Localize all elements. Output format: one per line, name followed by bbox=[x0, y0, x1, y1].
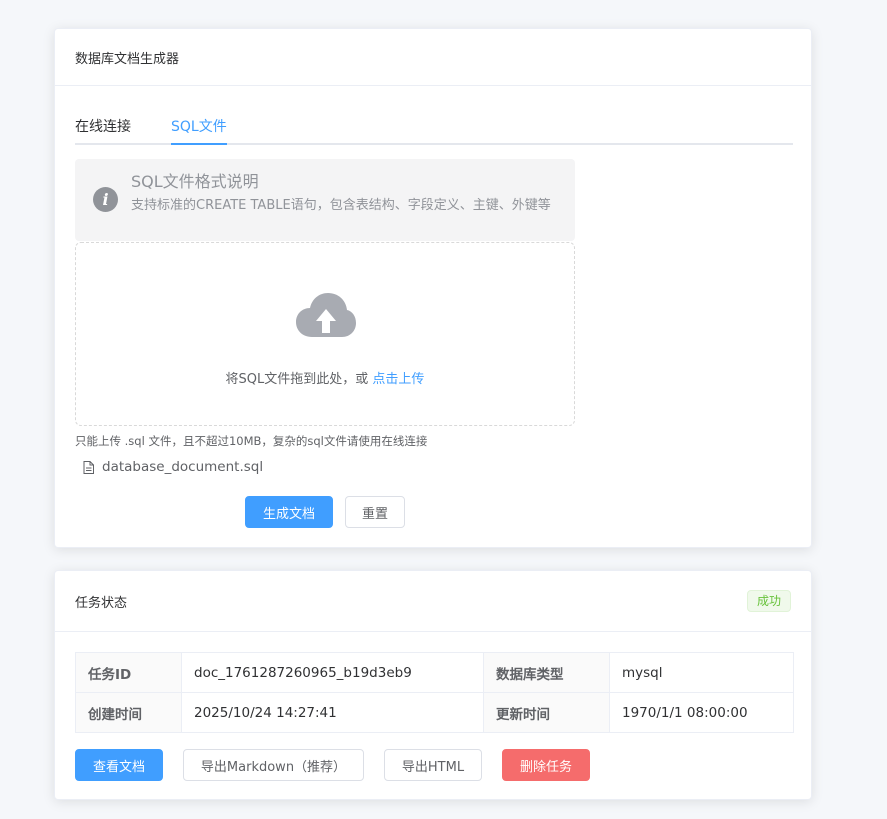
sql-format-alert: i SQL文件格式说明 支持标准的CREATE TABLE语句，包含表结构、字段… bbox=[75, 159, 575, 241]
upload-instruction: 将SQL文件拖到此处，或 点击上传 bbox=[76, 368, 574, 387]
tab-sql-file[interactable]: SQL文件 bbox=[171, 117, 227, 145]
upload-tip: 只能上传 .sql 文件，且不超过10MB，复杂的sql文件请使用在线连接 bbox=[75, 434, 428, 448]
updated-time-value: 1970/1/1 08:00:00 bbox=[609, 692, 794, 733]
upload-click-link[interactable]: 点击上传 bbox=[372, 372, 424, 387]
table-row: 创建时间 2025/10/24 14:27:41 更新时间 1970/1/1 0… bbox=[75, 692, 794, 733]
active-tab-indicator bbox=[171, 143, 227, 145]
sql-upload-dropzone[interactable]: 将SQL文件拖到此处，或 点击上传 bbox=[75, 242, 575, 426]
table-row: 任务ID doc_1761287260965_b19d3eb9 数据库类型 my… bbox=[75, 652, 794, 693]
info-icon: i bbox=[93, 187, 118, 212]
tab-online-connection[interactable]: 在线连接 bbox=[75, 117, 131, 145]
upload-cloud-icon bbox=[296, 293, 356, 337]
uploaded-file-item[interactable]: database_document.sql bbox=[83, 457, 263, 477]
task-card-header: 任务状态 成功 bbox=[55, 571, 811, 632]
upload-text: 将SQL文件拖到此处，或 bbox=[225, 372, 373, 387]
generator-card: 数据库文档生成器 在线连接 SQL文件 i SQL文件格式说明 支持标准的CRE… bbox=[54, 28, 812, 548]
db-type-value: mysql bbox=[609, 652, 794, 693]
task-id-value: doc_1761287260965_b19d3eb9 bbox=[181, 652, 484, 693]
status-badge: 成功 bbox=[746, 590, 791, 612]
document-icon bbox=[83, 460, 94, 474]
export-html-button[interactable]: 导出HTML bbox=[384, 749, 482, 781]
delete-task-button[interactable]: 删除任务 bbox=[502, 749, 590, 781]
export-markdown-button[interactable]: 导出Markdown（推荐） bbox=[183, 749, 364, 781]
alert-title: SQL文件格式说明 bbox=[131, 172, 259, 191]
source-tabs: 在线连接 SQL文件 bbox=[75, 117, 793, 145]
db-type-label: 数据库类型 bbox=[483, 652, 610, 693]
updated-time-label: 更新时间 bbox=[483, 692, 610, 733]
task-status-card: 任务状态 成功 任务ID doc_1761287260965_b19d3eb9 … bbox=[54, 570, 812, 800]
task-id-label: 任务ID bbox=[75, 652, 182, 693]
view-doc-button[interactable]: 查看文档 bbox=[75, 749, 163, 781]
reset-button[interactable]: 重置 bbox=[345, 496, 405, 528]
generator-title: 数据库文档生成器 bbox=[75, 51, 180, 67]
alert-description: 支持标准的CREATE TABLE语句，包含表结构、字段定义、主键、外键等 bbox=[131, 198, 551, 213]
task-info-table: 任务ID doc_1761287260965_b19d3eb9 数据库类型 my… bbox=[75, 652, 794, 733]
created-time-value: 2025/10/24 14:27:41 bbox=[181, 692, 484, 733]
generate-doc-button[interactable]: 生成文档 bbox=[245, 496, 333, 528]
generator-card-header: 数据库文档生成器 bbox=[55, 29, 811, 86]
uploaded-file-name: database_document.sql bbox=[102, 459, 264, 475]
task-status-title: 任务状态 bbox=[75, 595, 128, 611]
created-time-label: 创建时间 bbox=[75, 692, 182, 733]
